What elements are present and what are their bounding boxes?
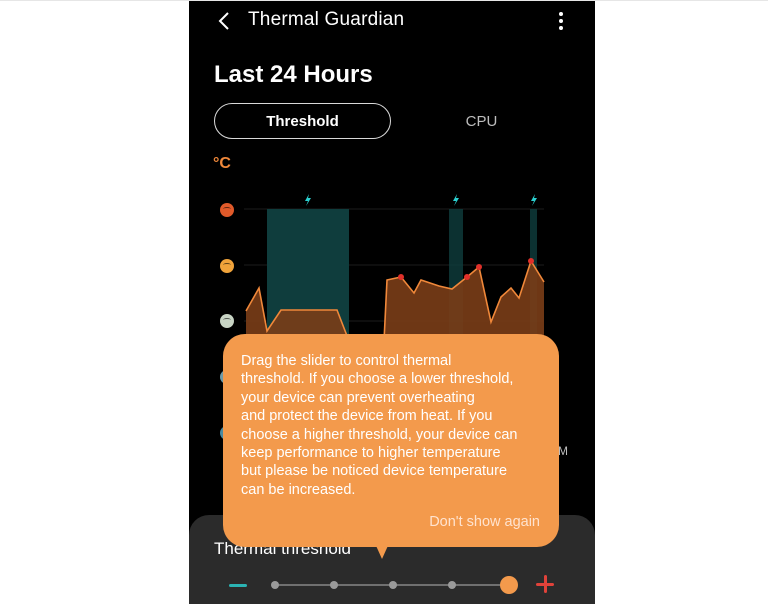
slider-step[interactable] — [330, 581, 338, 589]
tooltip-line: your device can prevent overheating — [241, 389, 475, 406]
chevron-left-icon — [218, 12, 229, 30]
peak-marker — [476, 264, 482, 270]
lightning-icon — [453, 194, 459, 206]
tab-threshold[interactable]: Threshold — [214, 103, 391, 139]
page-title: Last 24 Hours — [214, 61, 373, 88]
tooltip-line: can be increased. — [241, 481, 356, 498]
lightning-icon — [305, 194, 311, 206]
warm-face-icon — [220, 259, 234, 273]
back-button[interactable] — [211, 7, 237, 35]
threshold-tooltip: Drag the slider to control thermal thres… — [223, 334, 559, 547]
decrease-threshold-button[interactable] — [227, 575, 249, 595]
dont-show-again-button[interactable]: Don't show again — [429, 514, 540, 530]
tab-cpu[interactable]: CPU — [399, 103, 564, 139]
slider-step[interactable] — [271, 581, 279, 589]
app-title: Thermal Guardian — [248, 9, 405, 30]
tooltip-line: keep performance to higher temperature — [241, 445, 501, 462]
tooltip-line: threshold. If you choose a lower thresho… — [241, 371, 514, 388]
time-axis-label: M — [558, 444, 568, 458]
more-vertical-icon — [559, 12, 563, 30]
tooltip-line: but please be noticed device temperature — [241, 463, 508, 480]
slider-step[interactable] — [448, 581, 456, 589]
temperature-unit-label: °C — [213, 155, 231, 172]
tooltip-line: choose a higher threshold, your device c… — [241, 426, 518, 443]
app-bar: Thermal Guardian — [189, 1, 595, 41]
tooltip-line: and protect the device from heat. If you — [241, 408, 493, 425]
hot-face-icon — [220, 203, 234, 217]
more-options-button[interactable] — [549, 7, 573, 35]
tooltip-message: Drag the slider to control thermal thres… — [241, 352, 547, 499]
tooltip-line: Drag the slider to control thermal — [241, 353, 452, 369]
screenshot-frame: Thermal Guardian Last 24 Hours Threshold… — [0, 0, 768, 604]
increase-threshold-button[interactable] — [534, 573, 556, 595]
lightning-icon — [531, 194, 537, 206]
neutral-face-icon — [220, 314, 234, 328]
tooltip-pointer — [373, 539, 391, 559]
threshold-slider[interactable] — [269, 574, 519, 596]
peak-marker — [398, 274, 404, 280]
peak-marker — [464, 274, 470, 280]
peak-marker — [528, 258, 534, 264]
slider-thumb[interactable] — [500, 576, 518, 594]
slider-step[interactable] — [389, 581, 397, 589]
